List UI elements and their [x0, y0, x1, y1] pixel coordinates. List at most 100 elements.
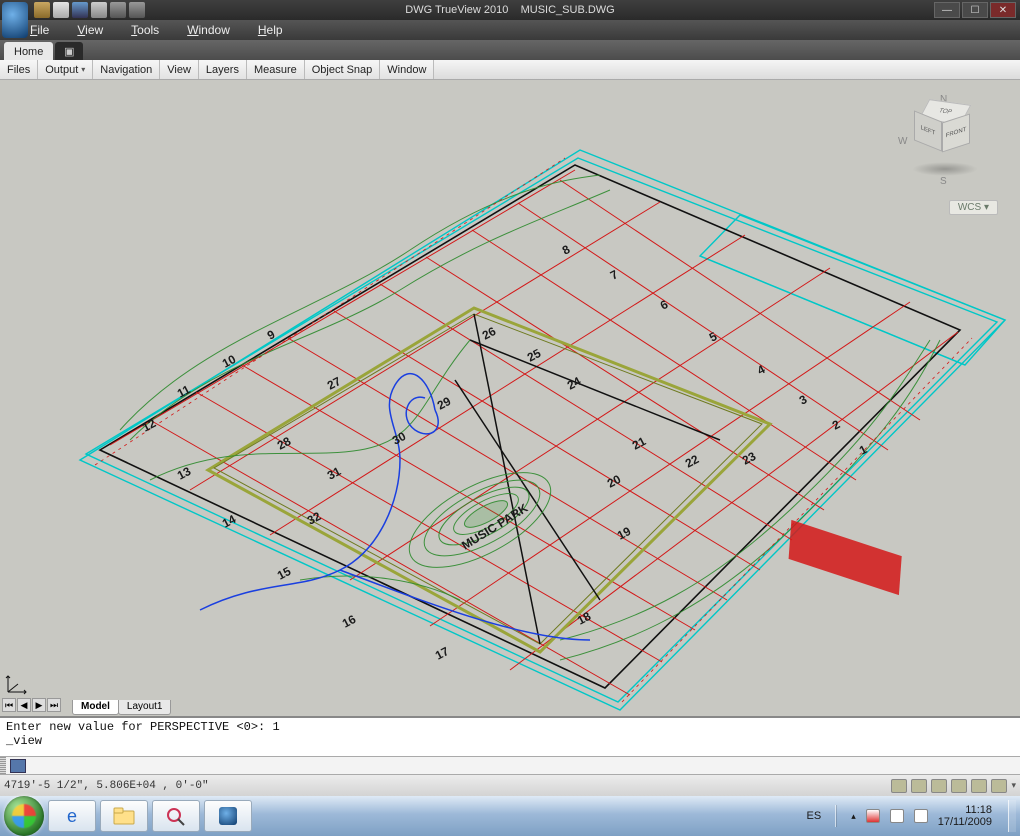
ribbon: Files Output Navigation View Layers Meas… [0, 60, 1020, 80]
title-bar: DWG TrueView 2010 MUSIC_SUB.DWG — ☐ ✕ [0, 0, 1020, 20]
window-title: DWG TrueView 2010 MUSIC_SUB.DWG [0, 4, 1020, 16]
status-toggle-4-icon[interactable] [951, 779, 967, 793]
minimize-button[interactable]: — [934, 2, 960, 18]
task-trueview-icon[interactable] [204, 800, 252, 832]
tray-network-icon[interactable] [890, 809, 904, 823]
task-magnifier-icon[interactable] [152, 800, 200, 832]
qat-print-icon[interactable] [91, 2, 107, 18]
status-toggle-6-icon[interactable] [991, 779, 1007, 793]
qat-open-icon[interactable] [53, 2, 69, 18]
ribbon-tab-strip: Home ▣ [0, 40, 1020, 60]
status-toggle-2-icon[interactable] [911, 779, 927, 793]
app-icon[interactable] [2, 2, 28, 38]
status-bar: 4719'-5 1/2", 5.806E+04 , 0'-0" ▾ [0, 774, 1020, 796]
panel-view[interactable]: View [160, 60, 199, 79]
status-toggle-1-icon[interactable] [891, 779, 907, 793]
tray-clock[interactable]: 11:18 17/11/2009 [938, 804, 992, 828]
svg-text:20: 20 [605, 472, 624, 491]
tray-date: 17/11/2009 [938, 816, 992, 828]
svg-text:12: 12 [140, 416, 159, 435]
command-input[interactable] [29, 760, 1020, 772]
command-handle-icon[interactable] [10, 759, 26, 773]
panel-object-snap[interactable]: Object Snap [305, 60, 381, 79]
qat-undo-icon[interactable] [110, 2, 126, 18]
menu-view[interactable]: View [77, 23, 103, 37]
svg-text:6: 6 [658, 297, 671, 313]
svg-text:29: 29 [435, 394, 454, 413]
command-window: Enter new value for PERSPECTIVE <0>: 1 _… [0, 716, 1020, 774]
file-name: MUSIC_SUB.DWG [521, 4, 615, 16]
drawing-viewport[interactable]: MUSIC PARK 1 2 3 4 5 6 7 8 9 10 11 12 13… [0, 80, 1020, 716]
svg-text:19: 19 [615, 524, 634, 543]
svg-text:8: 8 [560, 242, 573, 258]
status-toggle-3-icon[interactable] [931, 779, 947, 793]
status-menu-chevron-icon[interactable]: ▾ [1011, 780, 1016, 791]
tray-language[interactable]: ES [807, 810, 822, 822]
panel-measure[interactable]: Measure [247, 60, 305, 79]
nav-next-icon[interactable]: ▶ [32, 698, 46, 712]
nav-prev-icon[interactable]: ◀ [17, 698, 31, 712]
layout-tab-layout1[interactable]: Layout1 [118, 700, 172, 715]
tab-expand[interactable]: ▣ [55, 42, 83, 60]
svg-text:17: 17 [433, 644, 452, 663]
svg-text:1: 1 [857, 442, 870, 458]
compass-w: W [898, 136, 907, 147]
menu-file[interactable]: File [30, 23, 49, 37]
ucs-icon [4, 674, 30, 696]
command-input-row [0, 756, 1020, 774]
show-desktop-button[interactable] [1008, 800, 1016, 832]
compass-s: S [940, 176, 947, 187]
start-button[interactable] [4, 796, 44, 836]
panel-files[interactable]: Files [0, 60, 38, 79]
command-history[interactable]: Enter new value for PERSPECTIVE <0>: 1 _… [0, 718, 1020, 756]
svg-text:26: 26 [480, 324, 499, 343]
tray-volume-icon[interactable] [914, 809, 928, 823]
windows-taskbar: e ES ▴ 11:18 17/11/2009 [0, 796, 1020, 836]
panel-output[interactable]: Output [38, 60, 93, 79]
svg-text:21: 21 [630, 434, 649, 453]
viewcube-shadow [912, 162, 978, 176]
svg-text:31: 31 [325, 464, 344, 483]
qat-redo-icon[interactable] [129, 2, 145, 18]
tray-flag-icon[interactable] [866, 809, 880, 823]
svg-text:16: 16 [340, 612, 359, 631]
maximize-button[interactable]: ☐ [962, 2, 988, 18]
nav-last-icon[interactable]: ⏭ [47, 698, 61, 712]
command-grip-icon[interactable] [0, 757, 6, 774]
menu-bar: File View Tools Window Help [0, 20, 1020, 40]
panel-window[interactable]: Window [380, 60, 434, 79]
menu-tools[interactable]: Tools [131, 23, 159, 37]
svg-text:22: 22 [683, 452, 702, 471]
status-coords: 4719'-5 1/2", 5.806E+04 , 0'-0" [4, 780, 209, 792]
svg-text:30: 30 [390, 429, 409, 448]
svg-text:25: 25 [525, 346, 544, 365]
svg-text:3: 3 [797, 392, 810, 408]
layout-tab-model[interactable]: Model [72, 700, 119, 715]
nav-first-icon[interactable]: ⏮ [2, 698, 16, 712]
status-toggle-5-icon[interactable] [971, 779, 987, 793]
svg-text:4: 4 [755, 362, 768, 378]
wcs-badge[interactable]: WCS ▾ [949, 200, 998, 215]
svg-text:7: 7 [608, 267, 621, 283]
qat-new-icon[interactable] [34, 2, 50, 18]
tray-separator [835, 805, 837, 827]
close-button[interactable]: ✕ [990, 2, 1016, 18]
svg-text:9: 9 [265, 327, 278, 343]
view-cube[interactable]: N W S TOP LEFT FRONT [900, 94, 990, 184]
menu-window[interactable]: Window [187, 23, 230, 37]
drawing-svg: MUSIC PARK 1 2 3 4 5 6 7 8 9 10 11 12 13… [0, 80, 1020, 716]
layout-nav-arrows: ⏮ ◀ ▶ ⏭ [2, 698, 61, 712]
qat-plot-icon[interactable] [72, 2, 88, 18]
app-name: DWG TrueView 2010 [405, 4, 508, 16]
tray-chevron-icon[interactable]: ▴ [851, 811, 856, 822]
svg-text:13: 13 [175, 464, 194, 483]
menu-help[interactable]: Help [258, 23, 283, 37]
panel-navigation[interactable]: Navigation [93, 60, 160, 79]
tab-home[interactable]: Home [4, 42, 53, 60]
panel-layers[interactable]: Layers [199, 60, 247, 79]
task-explorer-icon[interactable] [100, 800, 148, 832]
task-ie-icon[interactable]: e [48, 800, 96, 832]
svg-text:2: 2 [830, 417, 843, 433]
svg-text:18: 18 [575, 609, 594, 628]
tray-time: 11:18 [938, 804, 992, 816]
